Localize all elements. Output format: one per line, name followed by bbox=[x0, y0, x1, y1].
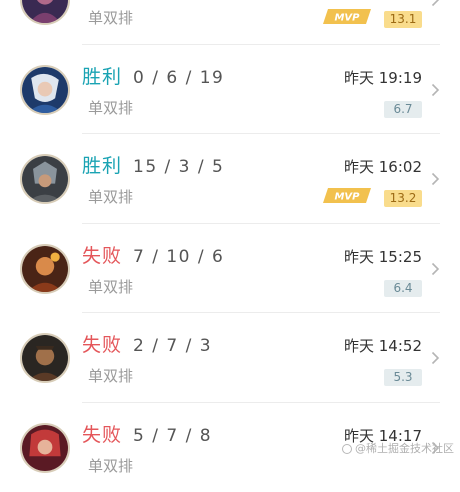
match-kda: 0 / 6 / 19 bbox=[133, 66, 224, 90]
match-row[interactable]: 单双排 MVP 13.1 bbox=[0, 0, 460, 45]
chevron-right-icon[interactable] bbox=[431, 0, 440, 7]
champion-portrait-icon bbox=[20, 154, 70, 204]
watermark-logo-icon bbox=[342, 444, 352, 454]
chevron-right-icon[interactable] bbox=[431, 172, 440, 186]
match-row[interactable]: 胜利 15 / 3 / 5 昨天 16:02 单双排 MVP 13.2 bbox=[0, 134, 460, 224]
match-kda: 2 / 7 / 3 bbox=[133, 334, 212, 358]
match-mode: 单双排 bbox=[88, 366, 133, 386]
match-time: 昨天 16:02 bbox=[344, 157, 422, 177]
mvp-badge-icon: MVP bbox=[322, 187, 372, 204]
match-mode: 单双排 bbox=[88, 277, 133, 297]
match-score: 5.3 bbox=[384, 369, 422, 386]
match-kda: 5 / 7 / 8 bbox=[133, 424, 212, 448]
match-kda: 15 / 3 / 5 bbox=[133, 155, 224, 179]
match-mode: 单双排 bbox=[88, 456, 133, 476]
match-time: 昨天 15:25 bbox=[344, 247, 422, 267]
match-result: 失败 bbox=[82, 244, 122, 268]
match-score: 13.2 bbox=[384, 190, 422, 207]
match-time: 昨天 19:19 bbox=[344, 68, 422, 88]
match-mode: 单双排 bbox=[88, 8, 133, 28]
champion-portrait-icon bbox=[20, 65, 70, 115]
match-score: 13.1 bbox=[384, 11, 422, 28]
match-result: 失败 bbox=[82, 333, 122, 357]
watermark-text: @稀土掘金技术社区 bbox=[355, 442, 454, 456]
mvp-label: MVP bbox=[334, 192, 360, 203]
match-result: 胜利 bbox=[82, 65, 122, 89]
champion-portrait-icon bbox=[20, 0, 70, 25]
match-mode: 单双排 bbox=[88, 187, 133, 207]
champion-portrait-icon bbox=[20, 333, 70, 383]
mvp-badge-icon: MVP bbox=[322, 8, 372, 25]
match-row[interactable]: 胜利 0 / 6 / 19 昨天 19:19 单双排 6.7 bbox=[0, 45, 460, 135]
chevron-right-icon[interactable] bbox=[431, 262, 440, 276]
chevron-right-icon[interactable] bbox=[431, 83, 440, 97]
match-time: 昨天 14:52 bbox=[344, 336, 422, 356]
match-result: 失败 bbox=[82, 423, 122, 447]
match-score: 6.4 bbox=[384, 280, 422, 297]
match-kda: 7 / 10 / 6 bbox=[133, 245, 224, 269]
match-row[interactable]: 失败 2 / 7 / 3 昨天 14:52 单双排 5.3 bbox=[0, 313, 460, 403]
match-row[interactable]: 失败 7 / 10 / 6 昨天 15:25 单双排 6.4 bbox=[0, 224, 460, 314]
chevron-right-icon[interactable] bbox=[431, 351, 440, 365]
match-score: 6.7 bbox=[384, 101, 422, 118]
champion-portrait-icon bbox=[20, 244, 70, 294]
match-mode: 单双排 bbox=[88, 98, 133, 118]
watermark: @稀土掘金技术社区 bbox=[342, 442, 454, 456]
mvp-label: MVP bbox=[334, 13, 360, 24]
champion-portrait-icon bbox=[20, 423, 70, 473]
match-history-list: 单双排 MVP 13.1 胜利 0 / 6 / 19 昨天 19:19 单双排 … bbox=[0, 0, 460, 492]
match-result: 胜利 bbox=[82, 154, 122, 178]
